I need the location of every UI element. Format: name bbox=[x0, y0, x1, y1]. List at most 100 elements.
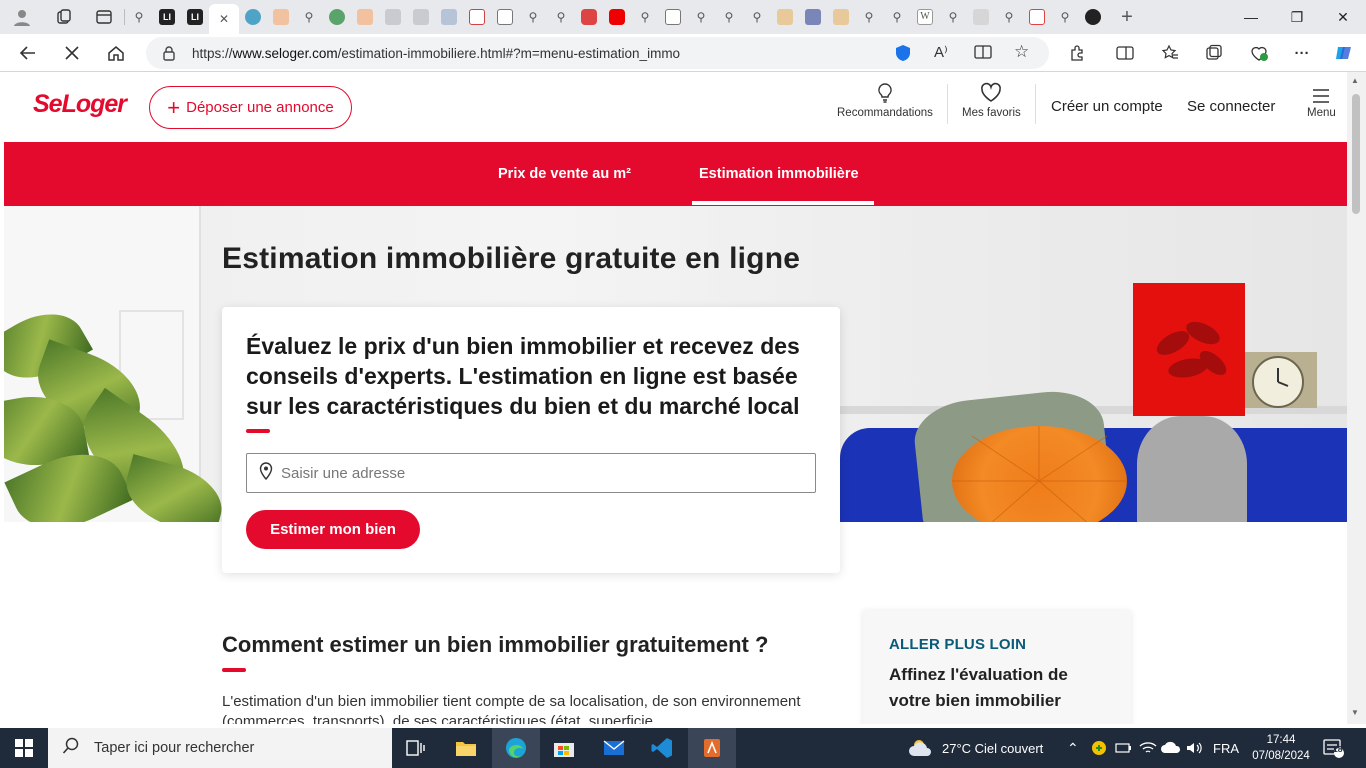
volume-icon[interactable] bbox=[1186, 728, 1204, 768]
weather-widget[interactable]: 27°C Ciel couvert bbox=[908, 728, 1043, 768]
edge-taskbar-icon[interactable] bbox=[492, 728, 540, 768]
address-field[interactable] bbox=[246, 453, 816, 493]
tab-search-icon[interactable]: ⚲ bbox=[855, 4, 883, 30]
search-icon bbox=[62, 737, 80, 760]
page-scrollbar[interactable]: ▲ ▼ bbox=[1347, 72, 1366, 724]
tab-youtube-icon[interactable] bbox=[603, 4, 631, 30]
stop-loading-icon[interactable] bbox=[57, 38, 87, 68]
scroll-down-icon[interactable]: ▼ bbox=[1351, 708, 1359, 717]
tab-li-icon[interactable]: LI bbox=[181, 4, 209, 30]
tab-calendar-icon[interactable] bbox=[491, 4, 519, 30]
favorites-bar-icon[interactable] bbox=[1157, 40, 1183, 66]
language-indicator[interactable]: FRA bbox=[1213, 728, 1239, 768]
tab-github-icon[interactable] bbox=[1079, 4, 1107, 30]
favorite-star-icon[interactable]: ☆ bbox=[1014, 42, 1029, 62]
tab-edge-icon[interactable] bbox=[239, 4, 267, 30]
tab-pma-icon[interactable] bbox=[771, 4, 799, 30]
tab-search-icon[interactable]: ⚲ bbox=[995, 4, 1023, 30]
tab-monitor-icon[interactable] bbox=[435, 4, 463, 30]
extensions-icon[interactable] bbox=[1064, 40, 1090, 66]
tab-pma-icon[interactable] bbox=[827, 4, 855, 30]
tab-pdf-icon[interactable] bbox=[463, 4, 491, 30]
profile-avatar-icon[interactable] bbox=[0, 4, 44, 30]
notifications-icon[interactable]: 18 bbox=[1322, 728, 1344, 768]
tracking-shield-icon[interactable] bbox=[894, 44, 912, 67]
copilot-icon[interactable] bbox=[1331, 40, 1357, 66]
seloger-logo[interactable]: SeLoger bbox=[33, 90, 127, 119]
collections-toolbar-icon[interactable] bbox=[1201, 40, 1227, 66]
nav-estimation[interactable]: Estimation immobilière bbox=[699, 166, 859, 182]
tab-search-icon[interactable]: ⚲ bbox=[743, 4, 771, 30]
tab-search-icon[interactable]: ⚲ bbox=[1051, 4, 1079, 30]
minimize-icon[interactable]: — bbox=[1228, 0, 1274, 34]
onedrive-icon[interactable] bbox=[1161, 728, 1181, 768]
tray-app-icon[interactable] bbox=[1091, 728, 1107, 768]
tab-actions-icon[interactable] bbox=[84, 4, 124, 30]
split-screen-icon[interactable] bbox=[1112, 40, 1138, 66]
wifi-icon[interactable] bbox=[1139, 728, 1157, 768]
further-title[interactable]: Affinez l'évaluation de votre bien immob… bbox=[889, 662, 1109, 714]
tab-wikipedia-icon[interactable]: W bbox=[911, 4, 939, 30]
recommendations-link[interactable]: Recommandations bbox=[837, 82, 933, 119]
tab-search-icon[interactable]: ⚲ bbox=[687, 4, 715, 30]
mail-icon[interactable] bbox=[590, 728, 638, 768]
post-listing-button[interactable]: + Déposer une annonce bbox=[149, 86, 352, 129]
tab-php-icon[interactable] bbox=[799, 4, 827, 30]
nav-price-per-m2[interactable]: Prix de vente au m² bbox=[498, 166, 631, 182]
tab-search-icon[interactable]: ⚲ bbox=[715, 4, 743, 30]
new-tab-icon[interactable]: + bbox=[1107, 4, 1147, 30]
file-explorer-icon[interactable] bbox=[442, 728, 490, 768]
menu-button[interactable]: Menu bbox=[1307, 88, 1336, 119]
scroll-thumb[interactable] bbox=[1352, 94, 1360, 214]
tab-search-icon[interactable]: ⚲ bbox=[631, 4, 659, 30]
tab-li-icon[interactable]: LI bbox=[153, 4, 181, 30]
address-input[interactable] bbox=[281, 464, 801, 482]
scroll-up-icon[interactable]: ▲ bbox=[1351, 76, 1359, 85]
taskbar-search-box[interactable]: Taper ici pour rechercher bbox=[48, 728, 392, 768]
task-view-icon[interactable] bbox=[392, 728, 440, 768]
grey-throw bbox=[1137, 416, 1247, 522]
back-icon[interactable] bbox=[13, 38, 43, 68]
tab-gmail-icon[interactable] bbox=[1023, 4, 1051, 30]
browser-essentials-icon[interactable] bbox=[1246, 40, 1272, 66]
home-icon[interactable] bbox=[101, 38, 131, 68]
tab-page-icon[interactable] bbox=[379, 4, 407, 30]
estimate-button[interactable]: Estimer mon bien bbox=[246, 510, 420, 549]
lock-icon[interactable] bbox=[162, 45, 176, 66]
tab-page-icon[interactable] bbox=[967, 4, 995, 30]
tab-globe-icon[interactable] bbox=[323, 4, 351, 30]
login-link[interactable]: Se connecter bbox=[1187, 98, 1275, 115]
read-aloud-icon[interactable]: A⁾ bbox=[934, 43, 948, 61]
clock-date: 07/08/2024 bbox=[1252, 750, 1310, 762]
further-card[interactable]: ALLER PLUS LOIN Affinez l'évaluation de … bbox=[863, 610, 1131, 724]
restore-icon[interactable]: ❐ bbox=[1274, 0, 1320, 34]
collections-icon[interactable] bbox=[44, 4, 84, 30]
tab-search-icon[interactable]: ⚲ bbox=[883, 4, 911, 30]
tab-document-icon[interactable] bbox=[659, 4, 687, 30]
tab-search-icon[interactable]: ⚲ bbox=[519, 4, 547, 30]
estimation-card: Évaluez le prix d'un bien immobilier et … bbox=[222, 307, 840, 573]
battery-icon[interactable] bbox=[1115, 728, 1133, 768]
pinned-app-icon[interactable] bbox=[688, 728, 736, 768]
tray-overflow-icon[interactable]: ⌃ bbox=[1067, 728, 1079, 768]
store-icon[interactable] bbox=[540, 728, 588, 768]
tab-active-close-icon[interactable]: ✕ bbox=[209, 4, 239, 34]
tab-image-icon[interactable] bbox=[351, 4, 379, 30]
tab-youtube-icon[interactable] bbox=[575, 4, 603, 30]
tab-page-icon[interactable] bbox=[407, 4, 435, 30]
windows-start-icon[interactable] bbox=[0, 728, 48, 768]
url-field[interactable]: https://www.seloger.com/estimation-immob… bbox=[146, 37, 1049, 69]
favorites-link[interactable]: Mes favoris bbox=[962, 82, 1021, 119]
create-account-link[interactable]: Créer un compte bbox=[1051, 98, 1163, 115]
vscode-icon[interactable] bbox=[638, 728, 686, 768]
tab-search-icon[interactable]: ⚲ bbox=[125, 4, 153, 30]
tab-search-icon[interactable]: ⚲ bbox=[939, 4, 967, 30]
tab-search-icon[interactable]: ⚲ bbox=[295, 4, 323, 30]
immersive-reader-icon[interactable] bbox=[974, 43, 992, 66]
more-options-icon[interactable]: ··· bbox=[1289, 40, 1315, 66]
cloudy-weather-icon bbox=[909, 740, 931, 756]
tab-search-icon[interactable]: ⚲ bbox=[547, 4, 575, 30]
close-window-icon[interactable]: ✕ bbox=[1320, 0, 1366, 34]
tab-image-icon[interactable] bbox=[267, 4, 295, 30]
taskbar-clock[interactable]: 17:44 07/08/2024 bbox=[1250, 732, 1312, 764]
